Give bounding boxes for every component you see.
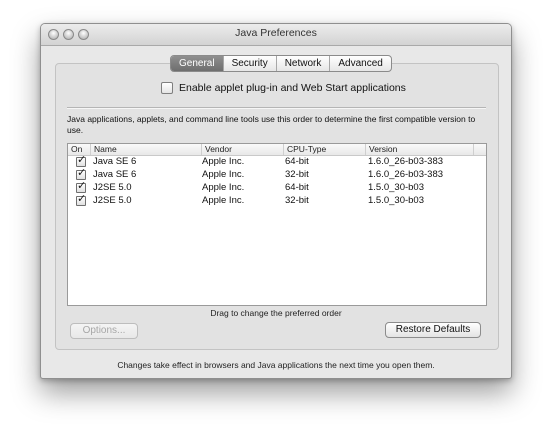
row-name: Java SE 6 bbox=[93, 156, 137, 167]
enable-applet-checkbox[interactable] bbox=[161, 82, 173, 94]
column-header-spacer bbox=[473, 144, 486, 155]
table-row[interactable]: ✓ Java SE 6 Apple Inc. 64-bit 1.6.0_26-b… bbox=[68, 154, 486, 168]
row-cpu-type: 64-bit bbox=[285, 156, 309, 167]
table-header: On Name Vendor CPU-Type Version bbox=[68, 144, 486, 156]
tab-general[interactable]: General bbox=[171, 56, 223, 71]
row-cpu-type: 64-bit bbox=[285, 182, 309, 193]
window-title: Java Preferences bbox=[235, 27, 317, 39]
row-cpu-type: 32-bit bbox=[285, 169, 309, 180]
separator bbox=[67, 107, 486, 109]
row-name: Java SE 6 bbox=[93, 169, 137, 180]
table-row[interactable]: ✓ J2SE 5.0 Apple Inc. 64-bit 1.5.0_30-b0… bbox=[68, 180, 486, 194]
column-header-name[interactable]: Name bbox=[90, 144, 201, 155]
row-enabled-checkbox[interactable]: ✓ bbox=[76, 180, 87, 193]
column-header-vendor[interactable]: Vendor bbox=[201, 144, 283, 155]
options-button[interactable]: Options... bbox=[70, 323, 138, 339]
row-enabled-checkbox[interactable]: ✓ bbox=[76, 154, 87, 167]
row-vendor: Apple Inc. bbox=[202, 169, 245, 180]
row-enabled-checkbox[interactable]: ✓ bbox=[76, 167, 87, 180]
tab-network[interactable]: Network bbox=[275, 56, 330, 71]
checkmark-icon: ✓ bbox=[77, 180, 87, 192]
restore-defaults-button[interactable]: Restore Defaults bbox=[385, 322, 481, 338]
java-preferences-window: Java Preferences General Security Networ… bbox=[40, 23, 512, 379]
table-row[interactable]: ✓ Java SE 6 Apple Inc. 32-bit 1.6.0_26-b… bbox=[68, 167, 486, 181]
checkmark-icon: ✓ bbox=[77, 154, 87, 166]
row-version: 1.5.0_30-b03 bbox=[368, 182, 424, 193]
row-vendor: Apple Inc. bbox=[202, 195, 245, 206]
row-name: J2SE 5.0 bbox=[93, 195, 132, 206]
row-version: 1.6.0_26-b03-383 bbox=[368, 169, 444, 180]
column-header-cpu-type[interactable]: CPU-Type bbox=[283, 144, 365, 155]
row-version: 1.5.0_30-b03 bbox=[368, 195, 424, 206]
tab-security[interactable]: Security bbox=[222, 56, 276, 71]
tab-bar: General Security Network Advanced bbox=[170, 55, 392, 72]
row-cpu-type: 32-bit bbox=[285, 195, 309, 206]
order-description: Java applications, applets, and command … bbox=[67, 114, 476, 135]
checkmark-icon: ✓ bbox=[77, 167, 87, 179]
enable-applet-option[interactable]: Enable applet plug-in and Web Start appl… bbox=[161, 82, 406, 94]
java-versions-table: On Name Vendor CPU-Type Version ✓ Java S… bbox=[67, 143, 487, 306]
table-row[interactable]: ✓ J2SE 5.0 Apple Inc. 32-bit 1.5.0_30-b0… bbox=[68, 193, 486, 207]
checkmark-icon: ✓ bbox=[77, 193, 87, 205]
row-version: 1.6.0_26-b03-383 bbox=[368, 156, 444, 167]
row-vendor: Apple Inc. bbox=[202, 182, 245, 193]
drag-hint: Drag to change the preferred order bbox=[210, 308, 342, 318]
row-enabled-checkbox[interactable]: ✓ bbox=[76, 193, 87, 206]
tab-advanced[interactable]: Advanced bbox=[329, 56, 390, 71]
row-vendor: Apple Inc. bbox=[202, 156, 245, 167]
enable-applet-label: Enable applet plug-in and Web Start appl… bbox=[179, 82, 406, 94]
row-name: J2SE 5.0 bbox=[93, 182, 132, 193]
footer-note: Changes take effect in browsers and Java… bbox=[117, 360, 435, 370]
column-header-version[interactable]: Version bbox=[365, 144, 473, 155]
title-bar[interactable]: Java Preferences bbox=[41, 24, 511, 46]
